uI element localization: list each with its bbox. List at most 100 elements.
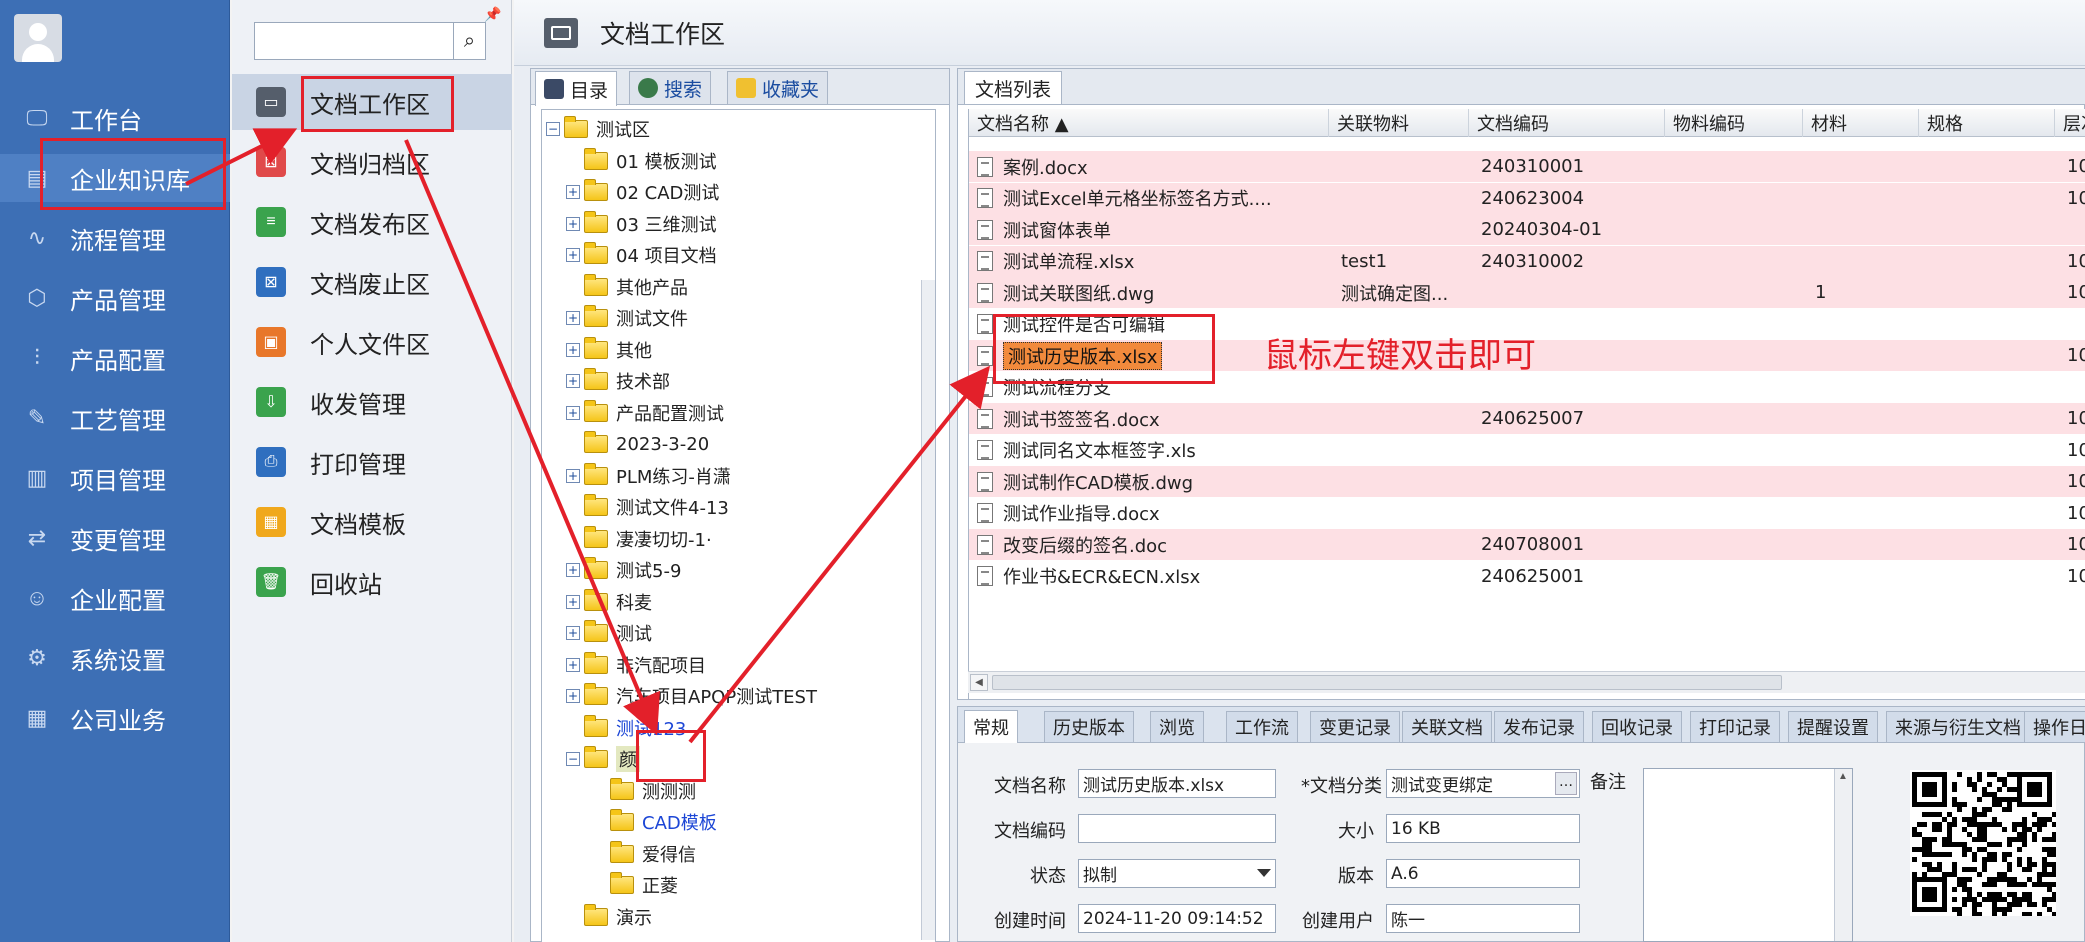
expand-icon[interactable]: + xyxy=(566,216,580,231)
tree-node[interactable]: 演示 xyxy=(566,902,652,932)
scroll-thumb[interactable] xyxy=(992,675,1782,690)
browse-button[interactable]: … xyxy=(1555,772,1577,795)
detail-tab[interactable]: 常规 xyxy=(964,710,1018,743)
detail-tab[interactable]: 发布记录 xyxy=(1494,711,1584,742)
expand-icon[interactable]: + xyxy=(566,374,580,388)
nav-item[interactable]: ∿ 流程管理 xyxy=(0,214,230,262)
table-row[interactable]: 测试书签签名.docx 240625007 100 xyxy=(969,403,2085,434)
expand-icon[interactable]: + xyxy=(566,657,580,672)
note-scrollbar[interactable]: ▲ xyxy=(1834,769,1852,941)
expand-icon[interactable]: + xyxy=(566,468,580,483)
column-header[interactable]: 文档编码 xyxy=(1469,109,1665,137)
column-header[interactable]: 关联物料 xyxy=(1329,109,1469,137)
tree-node[interactable]: 01 模板测试 xyxy=(566,146,717,176)
detail-tab[interactable]: 变更记录 xyxy=(1310,711,1400,742)
table-row[interactable]: 测试单流程.xlsx test1 240310002 100 xyxy=(969,245,2085,277)
subnav-item[interactable]: 🗑 回收站 xyxy=(232,554,512,610)
nav-item[interactable]: 🖵 工作台 xyxy=(0,94,230,142)
subnav-search-input[interactable] xyxy=(254,22,454,60)
detail-tab[interactable]: 打印记录 xyxy=(1690,711,1780,742)
nav-item[interactable]: ▥ 项目管理 xyxy=(0,454,230,502)
subnav-item[interactable]: ≡ 文档发布区 xyxy=(232,194,512,250)
doc-class-field[interactable]: 测试变更绑定 … xyxy=(1386,769,1580,798)
table-row[interactable]: 测试窗体表单 20240304-01 xyxy=(969,214,2085,245)
column-header[interactable]: 层次 xyxy=(2055,109,2085,137)
status-select[interactable]: 拟制 xyxy=(1078,859,1276,888)
scroll-left-icon[interactable]: ◀ xyxy=(970,674,988,691)
tree-node[interactable]: +02 CAD测试 xyxy=(566,177,719,207)
detail-tab[interactable]: 操作日 xyxy=(2024,711,2085,742)
tab-search[interactable]: 搜索 xyxy=(629,71,712,104)
table-row[interactable]: 测试关联图纸.dwg 测试确定图... 1 100 xyxy=(969,277,2085,308)
collapse-icon[interactable]: − xyxy=(546,122,560,136)
detail-tab[interactable]: 浏览 xyxy=(1150,711,1204,742)
tree-node[interactable]: + 其他 xyxy=(566,335,652,365)
tab-directory[interactable]: 目录 xyxy=(535,71,618,106)
subnav-item[interactable]: ⊠ 文档废止区 xyxy=(232,254,512,310)
tab-favorites[interactable]: 收藏夹 xyxy=(727,71,829,104)
subnav-item[interactable]: ⇩ 收发管理 xyxy=(232,374,512,430)
column-header[interactable]: 规格 xyxy=(1919,109,2055,137)
table-row[interactable]: 案例.docx 240310001 100 xyxy=(969,151,2085,182)
expand-icon[interactable]: + xyxy=(566,405,580,420)
tree-node[interactable]: + 科麦 xyxy=(566,587,652,617)
table-row[interactable]: 测试作业指导.docx 100 xyxy=(969,498,2085,529)
nav-item[interactable]: ⬡ 产品管理 xyxy=(0,274,230,322)
tree-node[interactable]: − 颜 xyxy=(566,744,640,774)
tree-node[interactable]: + PLM练习-肖潇 xyxy=(566,461,731,491)
tree-scrollbar[interactable] xyxy=(921,280,935,940)
nav-item[interactable]: ⚙ 系统设置 xyxy=(0,634,230,682)
nav-item[interactable]: ▦ 公司业务 xyxy=(0,694,230,742)
expand-icon[interactable]: + xyxy=(566,342,580,357)
tree-node[interactable]: 爱得信 xyxy=(592,839,696,869)
detail-tab[interactable]: 关联文档 xyxy=(1402,711,1492,742)
tree-node[interactable]: 测试文件4-13 xyxy=(566,492,729,522)
detail-tab[interactable]: 工作流 xyxy=(1226,711,1298,742)
table-row[interactable]: 作业书&ECR&ECN.xlsx 240625001 100 xyxy=(969,561,2085,592)
tree-node[interactable]: + 技术部 xyxy=(566,366,670,396)
tree-node[interactable]: + 测试文件 xyxy=(566,303,688,333)
detail-tab[interactable]: 提醒设置 xyxy=(1788,711,1878,742)
detail-tab[interactable]: 来源与衍生文档 xyxy=(1886,711,2030,742)
tree-node[interactable]: +04 项目文档 xyxy=(566,240,717,270)
tree-node[interactable]: 其他产品 xyxy=(566,272,688,302)
column-header[interactable]: 材料 xyxy=(1803,109,1919,137)
tree-node[interactable]: + 非汽配项目 xyxy=(566,650,706,680)
tab-doc-list[interactable]: 文档列表 xyxy=(964,71,1063,104)
avatar[interactable] xyxy=(14,14,62,62)
pin-icon[interactable]: 📌 xyxy=(484,6,501,23)
expand-icon[interactable]: + xyxy=(566,248,580,262)
collapse-icon[interactable]: − xyxy=(566,752,580,766)
nav-item[interactable]: ✎ 工艺管理 xyxy=(0,394,230,442)
nav-item[interactable]: ⫶ 产品配置 xyxy=(0,334,230,382)
subnav-item[interactable]: ⎙ 打印管理 xyxy=(232,434,512,490)
tree-node[interactable]: CAD模板 xyxy=(592,807,717,837)
column-header[interactable]: 物料编码 xyxy=(1665,109,1803,137)
doc-code-field[interactable] xyxy=(1078,814,1276,843)
table-row[interactable]: 测试制作CAD模板.dwg 100 xyxy=(969,466,2085,497)
table-row[interactable]: 改变后缀的签名.doc 240708001 100 xyxy=(969,529,2085,560)
tree-node[interactable]: + 产品配置测试 xyxy=(566,398,724,428)
nav-item[interactable]: ☺ 企业配置 xyxy=(0,574,230,622)
table-row[interactable]: 测试同名文本框签字.xls 100 xyxy=(969,435,2085,466)
subnav-item[interactable]: ▣ 个人文件区 xyxy=(232,314,512,370)
search-icon[interactable]: ⌕ xyxy=(454,22,486,60)
expand-icon[interactable]: + xyxy=(566,185,580,199)
subnav-item[interactable]: ▦ 文档模板 xyxy=(232,494,512,550)
doc-name-field[interactable]: 测试历史版本.xlsx xyxy=(1078,769,1276,798)
tree-node[interactable]: − 测试区 xyxy=(546,114,650,144)
chevron-down-icon[interactable] xyxy=(1257,869,1271,877)
tree-node[interactable]: 正菱 xyxy=(592,870,678,900)
column-header[interactable]: 文档名称 ▲ xyxy=(969,109,1329,137)
tree-node[interactable]: + 测试5-9 xyxy=(566,555,681,585)
detail-tab[interactable]: 回收记录 xyxy=(1592,711,1682,742)
subnav-item[interactable]: ⊠ 文档归档区 xyxy=(232,134,512,190)
nav-item[interactable]: ⇄ 变更管理 xyxy=(0,514,230,562)
tree-node[interactable]: + 测试 xyxy=(566,618,652,648)
expand-icon[interactable]: + xyxy=(566,311,580,325)
table-row[interactable]: 测试Excel单元格坐标签名方式.... 240623004 100 xyxy=(969,182,2085,214)
detail-tab[interactable]: 历史版本 xyxy=(1044,711,1134,742)
expand-icon[interactable]: + xyxy=(566,563,580,577)
tree-node[interactable]: 2023-3-20 xyxy=(566,429,709,459)
doc-table-hscrollbar[interactable]: ◀ xyxy=(968,671,2085,693)
